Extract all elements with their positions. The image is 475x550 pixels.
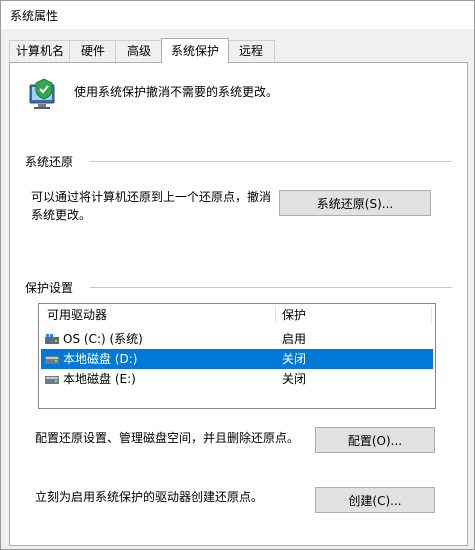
tab-label: 高级 bbox=[126, 44, 151, 58]
tab-hardware[interactable]: 硬件 bbox=[69, 40, 117, 62]
configure-button[interactable]: 配置(O)... bbox=[315, 427, 435, 453]
group-divider bbox=[90, 161, 452, 162]
drive-protection-status: 启用 bbox=[282, 332, 307, 346]
system-restore-button[interactable]: 系统还原(S)... bbox=[279, 190, 431, 216]
drive-list-header: 可用驱动器 保护 bbox=[39, 304, 435, 326]
system-properties-window: 系统属性 计算机名 硬件 高级 系统保护 远程 使用系统保护撤消不需要的系统更改… bbox=[0, 0, 475, 550]
title-bar[interactable]: 系统属性 bbox=[1, 1, 474, 29]
restore-description: 可以通过将计算机还原到上一个还原点，撤消 系统更改。 bbox=[31, 188, 271, 224]
intro-text: 使用系统保护撤消不需要的系统更改。 bbox=[74, 85, 279, 99]
tab-remote[interactable]: 远程 bbox=[227, 40, 275, 62]
system-restore-group-label: 系统还原 bbox=[25, 155, 74, 169]
local-drive-icon bbox=[45, 356, 59, 364]
drive-row[interactable]: OS (C:) (系统) 启用 bbox=[41, 329, 433, 349]
drive-name: 本地磁盘 (E:) bbox=[63, 372, 136, 386]
system-protection-panel: 使用系统保护撤消不需要的系统更改。 系统还原 可以通过将计算机还原到上一个还原点… bbox=[9, 62, 468, 546]
drive-row[interactable]: 本地磁盘 (E:) 关闭 bbox=[41, 369, 433, 389]
tab-label: 远程 bbox=[238, 44, 263, 58]
column-separator[interactable] bbox=[431, 306, 432, 324]
create-description: 立刻为启用系统保护的驱动器创建还原点。 bbox=[35, 490, 264, 504]
tab-system-protection[interactable]: 系统保护 bbox=[161, 38, 229, 63]
tab-label: 硬件 bbox=[80, 44, 105, 58]
tab-label: 计算机名 bbox=[15, 44, 64, 58]
create-button[interactable]: 创建(C)... bbox=[315, 487, 435, 513]
tab-advanced[interactable]: 高级 bbox=[115, 40, 163, 62]
drive-list[interactable]: 可用驱动器 保护 OS (C:) (系统) 启用 本地磁盘 (D:) 关闭 本地… bbox=[38, 303, 436, 409]
drive-protection-status: 关闭 bbox=[282, 352, 307, 366]
tab-computer-name[interactable]: 计算机名 bbox=[9, 40, 71, 62]
drive-name: 本地磁盘 (D:) bbox=[63, 352, 138, 366]
system-drive-icon bbox=[45, 334, 59, 344]
protection-settings-group-label: 保护设置 bbox=[25, 281, 74, 295]
drive-protection-status: 关闭 bbox=[282, 372, 307, 386]
system-protection-icon bbox=[29, 78, 55, 109]
drive-row[interactable]: 本地磁盘 (D:) 关闭 bbox=[41, 349, 433, 369]
group-divider bbox=[90, 287, 452, 288]
configure-description: 配置还原设置、管理磁盘空间，并且删除还原点。 bbox=[35, 431, 300, 445]
window-title: 系统属性 bbox=[10, 9, 59, 23]
column-header-drive[interactable]: 可用驱动器 bbox=[47, 304, 107, 326]
restore-description-line: 可以通过将计算机还原到上一个还原点，撤消 bbox=[31, 190, 272, 204]
tab-label: 系统保护 bbox=[170, 44, 219, 58]
restore-description-line: 系统更改。 bbox=[31, 208, 92, 222]
column-separator[interactable] bbox=[275, 306, 276, 324]
local-drive-icon bbox=[45, 376, 59, 384]
drive-name: OS (C:) (系统) bbox=[63, 332, 143, 346]
column-header-protection[interactable]: 保护 bbox=[282, 304, 306, 326]
